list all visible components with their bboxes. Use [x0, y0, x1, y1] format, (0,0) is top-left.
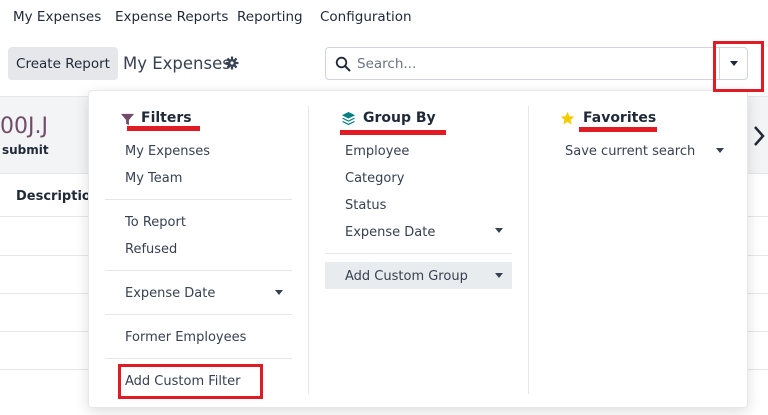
filters-title: Filters	[141, 110, 192, 126]
nav-my-expenses[interactable]: My Expenses	[13, 9, 101, 25]
star-icon	[560, 111, 575, 125]
column-divider	[308, 106, 309, 394]
caret-down-icon[interactable]	[495, 228, 503, 233]
page-title: My Expenses	[123, 54, 231, 73]
column-divider	[528, 106, 529, 394]
filter-to-report[interactable]: To Report	[125, 215, 186, 230]
search-panel-dropdown: Filters My Expenses My Team To Report Re…	[88, 90, 748, 408]
annotation-box-add-custom-filter	[118, 364, 263, 399]
favorites-title: Favorites	[583, 110, 657, 126]
nav-configuration[interactable]: Configuration	[320, 9, 412, 25]
caret-down-icon	[495, 273, 503, 278]
filter-refused[interactable]: Refused	[125, 242, 177, 257]
groupby-category[interactable]: Category	[345, 171, 404, 186]
create-report-button[interactable]: Create Report	[8, 47, 118, 80]
save-current-search-toggle[interactable]: Save current search	[565, 144, 695, 159]
chevron-right-icon[interactable]	[752, 124, 766, 148]
annotation-underline-filters	[127, 126, 200, 131]
summary-amount: 00J.J	[0, 114, 48, 139]
search-input[interactable]	[357, 52, 707, 76]
annotation-underline-favorites	[579, 127, 657, 132]
summary-submit-label: submit	[2, 143, 49, 157]
search-icon	[335, 56, 351, 72]
gear-icon[interactable]	[225, 56, 239, 70]
annotation-underline-groupby	[340, 130, 446, 135]
filter-separator	[105, 314, 292, 315]
top-navbar: My Expenses Expense Reports Reporting Co…	[0, 0, 768, 34]
annotation-box-toggle	[713, 41, 764, 92]
groupby-separator	[325, 253, 512, 254]
groupby-employee[interactable]: Employee	[345, 144, 409, 159]
nav-expense-reports[interactable]: Expense Reports	[115, 9, 228, 25]
groupby-status[interactable]: Status	[345, 198, 386, 213]
filter-expense-date[interactable]: Expense Date	[125, 286, 215, 301]
filter-separator	[105, 199, 292, 200]
filter-separator	[105, 270, 292, 271]
filter-former-employees[interactable]: Former Employees	[125, 330, 246, 345]
filter-my-team[interactable]: My Team	[125, 171, 182, 186]
filter-my-expenses[interactable]: My Expenses	[125, 144, 210, 159]
caret-down-icon[interactable]	[275, 290, 283, 295]
add-custom-group-label: Add Custom Group	[345, 269, 468, 284]
filter-separator	[105, 358, 292, 359]
nav-reporting[interactable]: Reporting	[237, 9, 303, 25]
groupby-expense-date[interactable]: Expense Date	[345, 225, 435, 240]
caret-down-icon[interactable]	[716, 148, 724, 153]
filter-icon	[120, 113, 135, 126]
search-bar	[325, 47, 748, 80]
layers-icon	[341, 111, 356, 126]
groupby-title: Group By	[363, 110, 436, 126]
